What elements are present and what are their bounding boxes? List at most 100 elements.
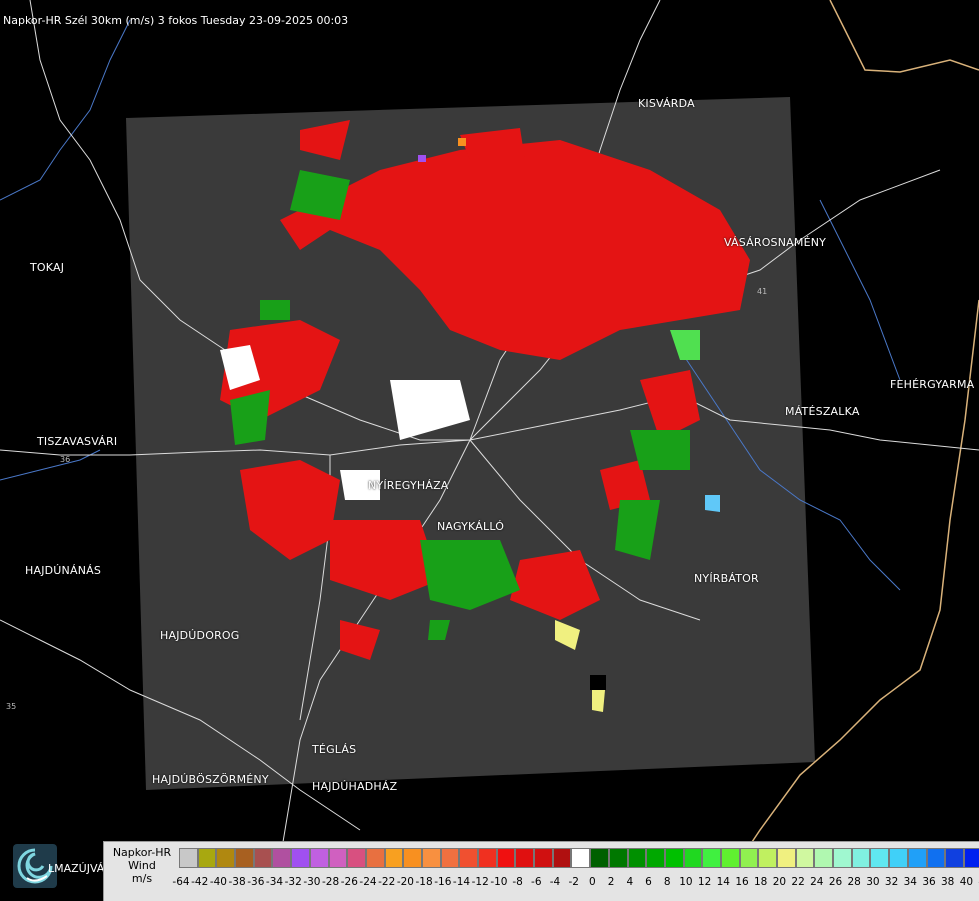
legend-tick-label: -20 <box>396 876 414 888</box>
legend-tick-label: -40 <box>209 876 227 888</box>
legend-swatch <box>179 848 198 868</box>
legend-tick-label: -6 <box>531 876 542 888</box>
legend-swatch <box>720 848 740 868</box>
legend-tick-label: -2 <box>568 876 579 888</box>
city-label-nyirbator: NYÍRBÁTOR <box>694 572 759 585</box>
city-label-hajdudorog: HAJDÚDOROG <box>160 629 240 642</box>
legend-tick-label: -12 <box>471 876 489 888</box>
legend-tick-label: -38 <box>228 876 246 888</box>
legend-swatch <box>515 848 535 868</box>
legend-tick-label: 32 <box>884 876 899 888</box>
legend-swatch <box>272 848 292 868</box>
city-label-kisvarda: KISVÁRDA <box>638 97 695 110</box>
legend-tick-label: 28 <box>847 876 861 888</box>
legend-swatch <box>478 848 497 868</box>
legend-swatch <box>440 848 460 868</box>
legend-tick-label: 14 <box>716 876 730 888</box>
legend-tick-label: -32 <box>284 876 302 888</box>
legend-swatch <box>552 848 572 868</box>
legend-tick-label: -14 <box>452 876 471 888</box>
legend-tick-label: -18 <box>415 876 433 888</box>
legend-tick-label: 4 <box>626 876 634 888</box>
city-label-fehergyarmat: FEHÉRGYARMA <box>890 378 975 391</box>
city-label-mateszalka: MÁTÉSZALKA <box>785 405 860 418</box>
legend-tick-label: 34 <box>903 876 917 888</box>
legend-swatch <box>702 848 721 868</box>
legend-swatch <box>664 848 684 868</box>
legend-tick-label: -16 <box>434 876 452 888</box>
legend-title-line1: Napkor-HR <box>112 846 172 859</box>
legend-swatch <box>683 848 703 868</box>
city-label-tiszavasvari: TISZAVASVÁRI <box>37 435 118 448</box>
city-label-hajdunanas: HAJDÚNÁNÁS <box>25 564 102 577</box>
legend-swatch <box>421 848 441 868</box>
legend-swatch <box>777 848 796 868</box>
legend-swatch <box>739 848 759 868</box>
legend-swatch <box>758 848 777 868</box>
legend-swatch <box>608 848 628 868</box>
city-label-nagykallo: NAGYKÁLLÓ <box>437 520 505 533</box>
legend-tick-label: 18 <box>754 876 768 888</box>
legend-tick-label: 26 <box>828 876 843 888</box>
legend-title-line2: Wind <box>128 859 156 872</box>
legend-swatch <box>627 848 647 868</box>
radar-map <box>0 0 979 861</box>
legend-swatch <box>291 848 310 868</box>
color-legend: Napkor-HR Wind m/s -64 -42 -40 -38 -36 -34 -32… <box>103 841 979 901</box>
legend-swatch <box>571 848 591 868</box>
legend-swatch <box>197 848 217 868</box>
legend-tick-label: 40 <box>959 876 974 888</box>
city-label-nyiregyhaza: NYÍREGYHÁZA <box>368 479 449 492</box>
city-label-hajduhadhaz: HAJDÚHADHÁZ <box>312 780 398 793</box>
legend-tick-label: -30 <box>303 876 321 888</box>
legend-swatch <box>253 848 273 868</box>
legend-swatch <box>590 848 609 868</box>
legend-swatch <box>534 848 553 868</box>
legend-swatch <box>347 848 366 868</box>
legend-tick-label: -42 <box>191 876 209 888</box>
legend-tick-label: 12 <box>697 876 712 888</box>
legend-tick-label: 10 <box>679 876 693 888</box>
legend-tick-label: -22 <box>378 876 396 888</box>
legend-swatch <box>403 848 422 868</box>
legend-swatch <box>889 848 908 868</box>
legend-swatch <box>365 848 385 868</box>
legend-swatch <box>926 848 946 868</box>
legend-tick-label: -36 <box>247 876 265 888</box>
legend-tick-label: 38 <box>941 876 955 888</box>
legend-tick-label: -8 <box>512 876 523 888</box>
legend-swatch <box>907 848 927 868</box>
radar-title: Napkor-HR Szél 30km (m/s) 3 fokos Tuesda… <box>3 14 349 27</box>
legend-tick-label: 2 <box>607 876 615 888</box>
legend-swatch <box>328 848 348 868</box>
legend-tick-label: 20 <box>772 876 787 888</box>
legend-tick-label: -34 <box>265 876 284 888</box>
legend-tick-label: 16 <box>735 876 749 888</box>
legend-tick-label: 8 <box>663 876 671 888</box>
legend-ticks: -64 -42 -40 -38 -36 -34 -32 -30 -28 -26 -24 -22 -20-… <box>172 876 979 890</box>
legend-swatch <box>963 848 979 868</box>
legend-tick-label: -24 <box>359 876 377 888</box>
road-number-41: 41 <box>757 287 768 296</box>
legend-tick-label: 30 <box>866 876 880 888</box>
legend-tick-label: -10 <box>490 876 508 888</box>
legend-tick-label: 36 <box>922 876 936 888</box>
legend-swatch <box>235 848 254 868</box>
legend-swatch <box>216 848 236 868</box>
legend-swatch <box>646 848 665 868</box>
legend-swatch <box>945 848 964 868</box>
legend-swatch <box>459 848 478 868</box>
legend-swatch <box>814 848 834 868</box>
legend-swatch <box>496 848 516 868</box>
legend-tick-label: 24 <box>810 876 824 888</box>
legend-tick-label: 6 <box>645 876 652 888</box>
legend-tick-label: -4 <box>549 876 561 888</box>
road-number-36: 36 <box>60 455 71 464</box>
legend-swatch <box>870 848 890 868</box>
city-label-tokaj: TOKAJ <box>30 261 65 274</box>
legend-swatch <box>384 848 404 868</box>
legend-swatches <box>179 848 979 868</box>
city-label-hajduboszormeny: HAJDÚBÖSZÖRMÉNY <box>152 773 269 786</box>
legend-swatch <box>833 848 852 868</box>
legend-tick-label: -26 <box>340 876 358 888</box>
